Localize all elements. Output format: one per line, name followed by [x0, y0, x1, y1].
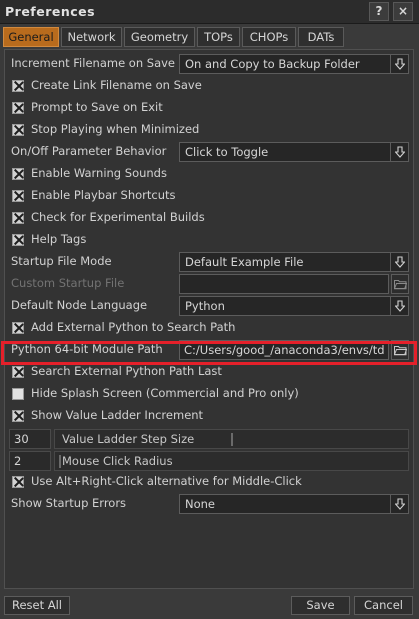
dropdown-arrow-icon[interactable] [390, 55, 408, 73]
value-ladder-step-label: Value Ladder Step Size [62, 432, 195, 446]
check-experimental-label: Check for Experimental Builds [31, 210, 205, 224]
hide-splash-row[interactable]: Hide Splash Screen (Commercial and Pro o… [5, 383, 413, 405]
default-node-language-row: Default Node Language Python [5, 295, 413, 317]
value-ladder-step-slider[interactable]: Value Ladder Step Size [54, 429, 409, 449]
prompt-to-save-label: Prompt to Save on Exit [31, 100, 163, 114]
dropdown-arrow-icon[interactable] [390, 143, 408, 161]
value-ladder-step-value: 30 [14, 432, 29, 446]
footer-bar: Reset All Save Cancel [0, 592, 419, 619]
mouse-click-radius-row: 2 Mouse Click Radius [5, 450, 413, 472]
add-external-python-row[interactable]: Add External Python to Search Path [5, 317, 413, 339]
dropdown-arrow-icon[interactable] [390, 297, 408, 315]
startup-file-mode-value: Default Example File [185, 255, 304, 269]
mouse-click-radius-label: Mouse Click Radius [62, 454, 173, 468]
startup-file-mode-row: Startup File Mode Default Example File [5, 251, 413, 273]
reset-all-button[interactable]: Reset All [4, 596, 70, 615]
alt-right-click-checkbox[interactable] [12, 476, 24, 488]
hide-splash-label: Hide Splash Screen (Commercial and Pro o… [31, 386, 299, 400]
prompt-to-save-row[interactable]: Prompt to Save on Exit [5, 97, 413, 119]
value-ladder-step-row: 30 Value Ladder Step Size [5, 428, 413, 450]
enable-warning-sounds-checkbox[interactable] [12, 168, 24, 180]
custom-startup-file-row: Custom Startup File [5, 273, 413, 295]
enable-playbar-shortcuts-row[interactable]: Enable Playbar Shortcuts [5, 185, 413, 207]
prompt-to-save-checkbox[interactable] [12, 102, 24, 114]
cancel-button[interactable]: Cancel [354, 596, 413, 615]
dropdown-arrow-icon[interactable] [390, 253, 408, 271]
stop-playing-checkbox[interactable] [12, 124, 24, 136]
create-link-filename-row[interactable]: Create Link Filename on Save [5, 75, 413, 97]
mouse-click-radius-value: 2 [14, 454, 22, 468]
custom-startup-file-label: Custom Startup File [11, 276, 125, 290]
help-button[interactable]: ? [369, 2, 389, 21]
enable-warning-sounds-label: Enable Warning Sounds [31, 166, 167, 180]
dropdown-arrow-icon[interactable] [390, 495, 408, 513]
tab-geometry[interactable]: Geometry [124, 27, 195, 47]
title-bar: Preferences ? × [0, 0, 419, 24]
settings-panel: Increment Filename on Save On and Copy t… [4, 49, 414, 589]
save-button[interactable]: Save [291, 596, 350, 615]
search-external-last-checkbox[interactable] [12, 366, 24, 378]
show-startup-errors-row: Show Startup Errors None [5, 493, 413, 515]
show-startup-errors-label: Show Startup Errors [11, 496, 127, 510]
hide-splash-checkbox[interactable] [12, 388, 24, 400]
close-button[interactable]: × [393, 2, 413, 21]
show-value-ladder-label: Show Value Ladder Increment [31, 408, 204, 422]
folder-icon[interactable] [391, 274, 409, 294]
tab-general[interactable]: General [3, 27, 59, 47]
mouse-click-radius-input[interactable]: 2 [9, 451, 51, 471]
onoff-behavior-label: On/Off Parameter Behavior [11, 144, 167, 158]
increment-filename-value: On and Copy to Backup Folder [185, 57, 360, 71]
show-value-ladder-row[interactable]: Show Value Ladder Increment [5, 405, 413, 427]
increment-filename-dropdown[interactable]: On and Copy to Backup Folder [179, 54, 409, 74]
window-title: Preferences [5, 4, 96, 19]
startup-file-mode-dropdown[interactable]: Default Example File [179, 252, 409, 272]
check-experimental-row[interactable]: Check for Experimental Builds [5, 207, 413, 229]
onoff-behavior-row: On/Off Parameter Behavior Click to Toggl… [5, 141, 413, 163]
slider-handle[interactable] [59, 455, 61, 468]
enable-warning-sounds-row[interactable]: Enable Warning Sounds [5, 163, 413, 185]
default-node-language-value: Python [185, 299, 225, 313]
highlight-annotation [1, 341, 417, 365]
slider-handle[interactable] [231, 433, 233, 446]
increment-filename-row: Increment Filename on Save On and Copy t… [5, 53, 413, 75]
check-experimental-checkbox[interactable] [12, 212, 24, 224]
show-startup-errors-dropdown[interactable]: None [179, 494, 409, 514]
add-external-python-label: Add External Python to Search Path [31, 320, 236, 334]
tab-tops[interactable]: TOPs [197, 27, 240, 47]
alt-right-click-row[interactable]: Use Alt+Right-Click alternative for Midd… [5, 471, 413, 493]
onoff-behavior-dropdown[interactable]: Click to Toggle [179, 142, 409, 162]
stop-playing-label: Stop Playing when Minimized [31, 122, 200, 136]
enable-playbar-shortcuts-label: Enable Playbar Shortcuts [31, 188, 176, 202]
show-value-ladder-checkbox[interactable] [12, 410, 24, 422]
help-tags-label: Help Tags [31, 232, 87, 246]
enable-playbar-shortcuts-checkbox[interactable] [12, 190, 24, 202]
alt-right-click-label: Use Alt+Right-Click alternative for Midd… [31, 474, 302, 488]
add-external-python-checkbox[interactable] [12, 322, 24, 334]
help-tags-checkbox[interactable] [12, 234, 24, 246]
value-ladder-step-input[interactable]: 30 [9, 429, 51, 449]
startup-file-mode-label: Startup File Mode [11, 254, 112, 268]
show-startup-errors-value: None [185, 497, 216, 511]
tab-network[interactable]: Network [61, 27, 122, 47]
tab-chops[interactable]: CHOPs [242, 27, 296, 47]
stop-playing-row[interactable]: Stop Playing when Minimized [5, 119, 413, 141]
custom-startup-file-field[interactable] [179, 274, 389, 294]
help-tags-row[interactable]: Help Tags [5, 229, 413, 251]
tab-dats[interactable]: DATs [298, 27, 344, 47]
default-node-language-dropdown[interactable]: Python [179, 296, 409, 316]
create-link-filename-label: Create Link Filename on Save [31, 78, 202, 92]
mouse-click-radius-slider[interactable]: Mouse Click Radius [54, 451, 409, 471]
onoff-behavior-value: Click to Toggle [185, 145, 269, 159]
default-node-language-label: Default Node Language [11, 298, 148, 312]
increment-filename-label: Increment Filename on Save [11, 56, 176, 70]
search-external-last-label: Search External Python Path Last [31, 364, 222, 378]
create-link-filename-checkbox[interactable] [12, 80, 24, 92]
